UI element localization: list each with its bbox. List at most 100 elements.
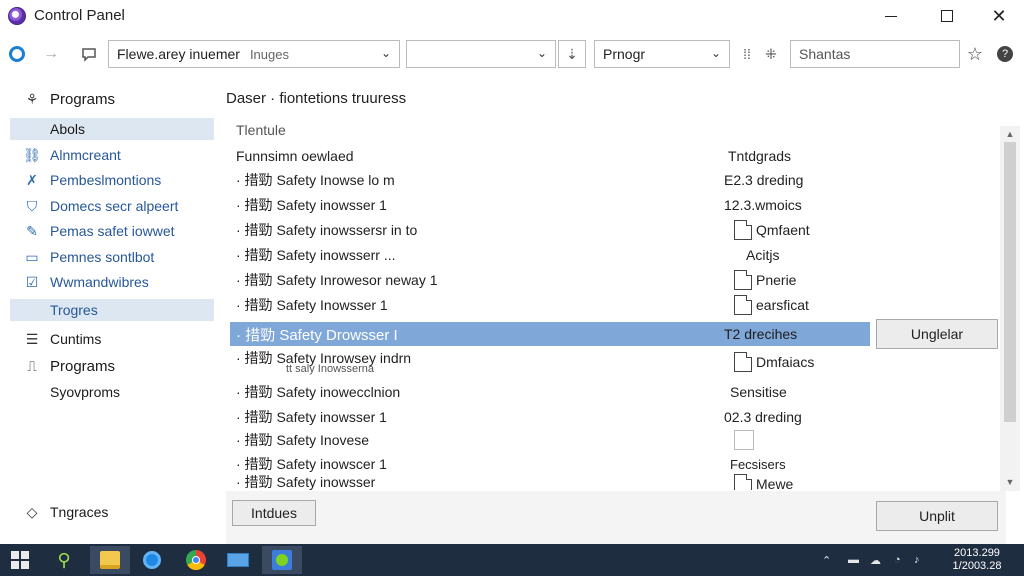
edge-taskbar[interactable] <box>132 546 172 574</box>
favorite-button[interactable]: ☆ <box>964 43 986 65</box>
window-icon: ▭ <box>25 248 39 265</box>
control-panel-taskbar[interactable] <box>262 546 302 574</box>
nav-item-pemnes[interactable]: ▭ Pemnes sontlbot <box>10 246 214 268</box>
program-info-text: Qmfaent <box>756 222 810 238</box>
program-subtext: tt saly Inowsserna <box>286 363 375 375</box>
secondary-combo[interactable]: ⌄ <box>406 40 556 68</box>
taskbar-clock[interactable]: 2013.299 1/2003.28 <box>942 547 1012 573</box>
address-combo[interactable]: Flewe.arey inuemer Inuges ⌄ <box>108 40 400 68</box>
clock-time: 2013.299 <box>954 547 1000 559</box>
scroll-thumb[interactable] <box>1004 142 1016 422</box>
edge-icon <box>143 551 161 569</box>
sort-icon: ⇣ <box>566 45 578 62</box>
grid-view-icon: ⁞⁞ <box>743 46 751 62</box>
table-row[interactable]: · 措勁 Safety Inowsser 1 earsficat <box>230 293 870 317</box>
programs-icon: ⚘ <box>25 90 39 107</box>
close-button[interactable]: ✕ <box>974 0 1024 32</box>
network-icon: ⛓ <box>23 146 41 163</box>
nav-item-cuntims[interactable]: ☰ Cuntims <box>10 328 214 350</box>
nav-item-wwmandwibres[interactable]: ☑ Wwmandwibres <box>10 271 214 293</box>
title-bar: Control Panel ✕ <box>0 0 1024 32</box>
mail-taskbar[interactable] <box>218 546 258 574</box>
toolbar: → Flewe.arey inuemer Inuges ⌄ ⌄ ⇣ Prnogr… <box>0 34 1024 74</box>
table-row[interactable]: · 措勁 Safety Inowse lo m E2.3 dreding <box>230 168 870 192</box>
minimize-button[interactable] <box>866 0 916 32</box>
nav-item-pembeslmontions[interactable]: ✗ Pembeslmontions <box>10 169 214 191</box>
help-button[interactable]: ? <box>994 43 1016 65</box>
document-list-icon: ☰ <box>25 330 39 347</box>
wrench-icon: ✗ <box>26 171 38 188</box>
programs-combo[interactable]: Prnogr ⌄ <box>594 40 730 68</box>
table-row-selected[interactable]: · 措勁 Safety Drowsser I T2 drecihes <box>230 322 870 346</box>
footer-right-button[interactable]: Unplit <box>876 501 998 531</box>
control-panel-icon <box>8 7 26 25</box>
nav-item-label: Abols <box>50 121 86 137</box>
nav-item-programs-2[interactable]: ⎍ Programs <box>10 355 214 377</box>
table-row[interactable]: · 措勁 Safety inowsserr ... Acitjs <box>230 243 870 267</box>
recent-button[interactable] <box>78 43 100 65</box>
program-name: · 措勁 Safety inowscer 1 <box>236 456 387 472</box>
program-name: · 措勁 Safety inowsser <box>236 474 376 490</box>
forward-button[interactable]: → <box>40 43 62 65</box>
network-tray-icon[interactable]: ☁ <box>870 554 881 567</box>
vertical-scrollbar[interactable]: ▲ ▼ <box>1000 126 1020 491</box>
nav-item-domecs[interactable]: ⛉ Domecs secr alpeert <box>10 195 214 217</box>
table-row[interactable]: · 措勁 Safety inowsser 1 12.3.wmoics <box>230 193 870 217</box>
program-info: Acitjs <box>746 247 779 263</box>
nav-item-label: Cuntims <box>50 331 102 347</box>
table-row[interactable]: · 措勁 Safety inowsser Mewe <box>230 472 870 490</box>
windows-logo-icon <box>11 551 29 569</box>
search-taskbar-button[interactable]: ⚲ <box>44 546 84 574</box>
nav-item-programs[interactable]: ⚘ Programs <box>10 88 214 110</box>
nav-item-label: Pemas safet iowwet <box>50 223 175 239</box>
scroll-down-icon[interactable]: ▼ <box>1004 476 1016 488</box>
wifi-icon[interactable]: ◔ <box>894 554 901 566</box>
program-name: · 措勁 Safety Inowse lo m <box>236 172 395 188</box>
checkbox[interactable] <box>734 430 754 450</box>
nav-item-abols[interactable]: Abols <box>10 118 214 140</box>
scroll-up-icon[interactable]: ▲ <box>1004 128 1016 140</box>
nav-item-syovproms[interactable]: Syovproms <box>10 381 214 403</box>
maximize-button[interactable] <box>922 0 972 32</box>
sort-button[interactable]: ⇣ <box>558 40 586 68</box>
minimize-icon <box>885 15 897 17</box>
table-row[interactable]: · 措勁 Safety inowsser 1 02.3 dreding <box>230 405 870 429</box>
table-row[interactable]: · 措勁 Safety Inovese <box>230 428 870 452</box>
volume-icon[interactable]: ♪ <box>914 554 920 566</box>
battery-icon[interactable]: ▬ <box>848 554 859 566</box>
lock-icon: ⎍ <box>27 357 37 374</box>
tray-chevron-icon[interactable]: ⌃ <box>822 554 831 567</box>
nav-item-trogres[interactable]: Trogres <box>10 299 214 321</box>
nav-item-label: Programs <box>50 357 116 375</box>
maximize-icon <box>941 10 953 22</box>
nav-item-label: Trogres <box>50 302 98 318</box>
uninstall-side-button[interactable]: Unglelar <box>876 319 998 349</box>
table-row[interactable]: · 措勁 Safety inowssersr in to Qmfaent <box>230 218 870 242</box>
search-placeholder: Shantas <box>799 46 851 62</box>
filter-button[interactable]: ⁜ <box>760 43 782 65</box>
program-info: Qmfaent <box>734 220 810 240</box>
nav-item-label: Pembeslmontions <box>50 172 162 188</box>
program-name: · 措勁 Safety inowsser 1 <box>236 197 387 213</box>
table-row[interactable]: · 措勁 Safety Inrowesor neway 1 Pnerie <box>230 268 870 292</box>
file-explorer-taskbar[interactable] <box>90 546 130 574</box>
view-options-button[interactable]: ⁞⁞ <box>736 43 758 65</box>
start-button[interactable] <box>0 546 40 574</box>
chrome-taskbar[interactable] <box>176 546 216 574</box>
back-button[interactable] <box>6 43 28 65</box>
nav-item-pemas[interactable]: ✎ Pemas safet iowwet <box>10 220 214 242</box>
speech-bubble-icon <box>82 48 96 62</box>
nav-item-alnmcreant[interactable]: ⛓ Alnmcreant <box>10 144 214 166</box>
shield-icon: ⛉ <box>26 197 38 214</box>
address-sub-text: Inuges <box>249 46 289 62</box>
program-name: · 措勁 Safety Inrowesor neway 1 <box>236 272 438 288</box>
chrome-icon <box>186 550 206 570</box>
nav-item-tngraces[interactable]: ◇ Tngraces <box>10 501 214 523</box>
footer-left-button[interactable]: Intdues <box>232 500 316 526</box>
help-icon: ? <box>997 46 1013 62</box>
table-row[interactable]: · 措勁 Safety Inrowsey indrn tt saly Inows… <box>230 348 870 376</box>
table-row[interactable]: · 措勁 Safety inowecclnion Sensitise <box>230 380 870 404</box>
program-info-text: Pnerie <box>756 272 797 288</box>
program-info-text: 02.3 dreding <box>724 409 802 425</box>
search-input[interactable]: Shantas <box>790 40 960 68</box>
